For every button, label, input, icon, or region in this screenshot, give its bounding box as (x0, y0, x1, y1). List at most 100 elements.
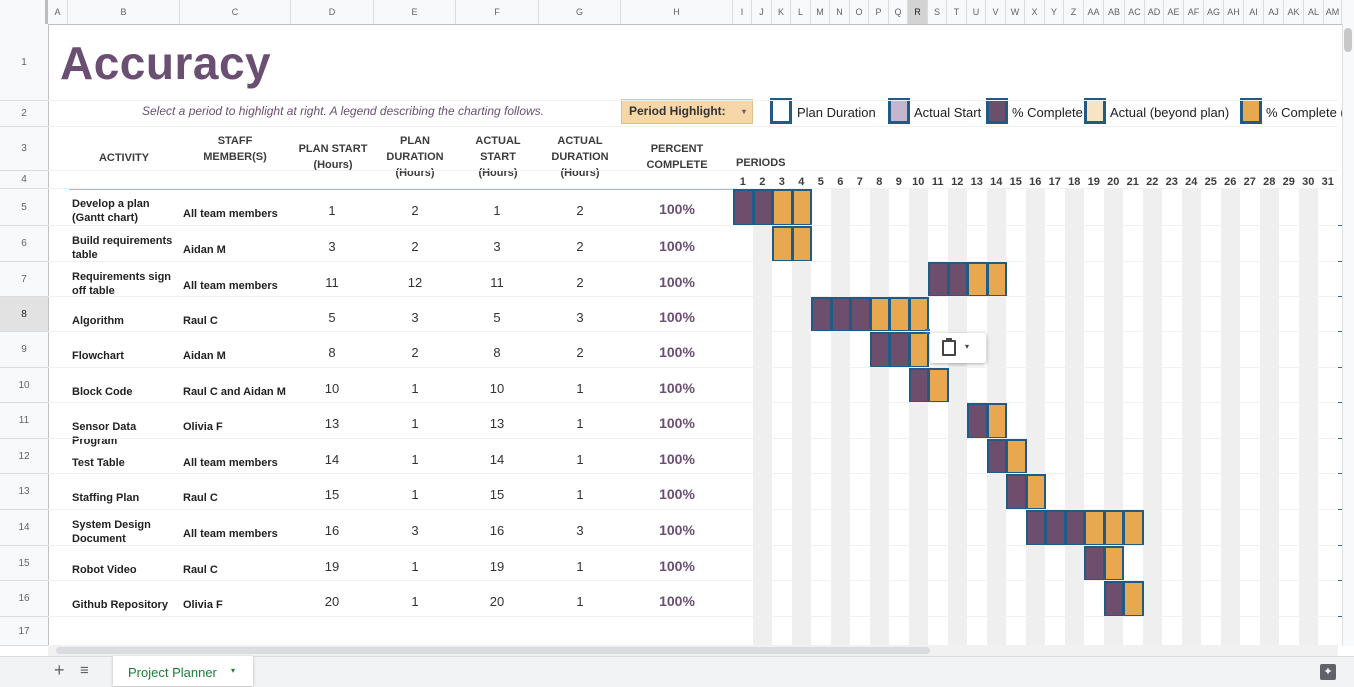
column-header-p[interactable]: P (869, 0, 889, 24)
clipboard-icon[interactable] (942, 338, 956, 356)
task-activity: Robot Video (72, 563, 137, 576)
task-actual-duration: 3 (576, 523, 584, 538)
header-actual-duration: ACTUAL DURATION (Hours) (551, 135, 609, 179)
column-header-e[interactable]: E (374, 0, 456, 24)
period-number: 24 (1185, 176, 1198, 188)
row-header-16[interactable]: 16 (0, 581, 48, 617)
task-actual-duration: 1 (576, 594, 584, 609)
column-header-ad[interactable]: AD (1145, 0, 1164, 24)
column-header-h[interactable]: H (621, 0, 733, 24)
task-plan-duration: 2 (411, 239, 419, 254)
column-header-l[interactable]: L (791, 0, 811, 24)
column-header-a[interactable]: A (48, 0, 68, 24)
task-actual-duration: 2 (576, 202, 584, 218)
column-header-n[interactable]: N (830, 0, 850, 24)
column-header-al[interactable]: AL (1304, 0, 1324, 24)
add-sheet-button[interactable]: + (54, 660, 65, 681)
column-header-u[interactable]: U (967, 0, 986, 24)
gantt-bar-beyond-plan (1025, 474, 1046, 510)
period-stripe (1025, 189, 1045, 647)
column-header-y[interactable]: Y (1045, 0, 1064, 24)
column-header-ai[interactable]: AI (1244, 0, 1264, 24)
column-header-ag[interactable]: AG (1204, 0, 1224, 24)
row-header-1[interactable]: 1 (0, 24, 48, 101)
gantt-bar-complete (1006, 474, 1027, 510)
column-header-d[interactable]: D (291, 0, 374, 24)
row-header-17[interactable]: 17 (0, 617, 48, 646)
column-header-aa[interactable]: AA (1084, 0, 1104, 24)
column-header-w[interactable]: W (1006, 0, 1025, 24)
period-number: 18 (1068, 176, 1081, 188)
legend-label: % Complete ( (1266, 105, 1345, 120)
period-number: 5 (817, 176, 824, 188)
row-header-12[interactable]: 12 (0, 439, 48, 474)
column-header-m[interactable]: M (811, 0, 830, 24)
task-actual-start: 16 (489, 523, 505, 538)
task-percent-complete: 100% (659, 274, 695, 290)
column-header-ac[interactable]: AC (1125, 0, 1145, 24)
gantt-bar-beyond-plan (869, 297, 890, 332)
chevron-down-icon[interactable]: ▾ (231, 666, 235, 675)
row-header-5[interactable]: 5 (0, 189, 48, 226)
task-staff: Aidan M (183, 244, 226, 256)
column-header-af[interactable]: AF (1184, 0, 1204, 24)
row-gridline (48, 367, 1338, 368)
column-header-z[interactable]: Z (1064, 0, 1084, 24)
column-header-ah[interactable]: AH (1224, 0, 1244, 24)
column-header-ae[interactable]: AE (1164, 0, 1184, 24)
chevron-down-icon[interactable]: ▾ (965, 342, 969, 351)
task-activity: Block Code (72, 385, 133, 398)
column-header-b[interactable]: B (68, 0, 180, 24)
horizontal-scroll-thumb[interactable] (56, 647, 930, 654)
task-plan-start: 10 (324, 380, 340, 396)
period-highlight-dropdown[interactable]: Period Highlight: ▾ (621, 99, 753, 124)
task-percent-complete: 100% (659, 522, 695, 538)
task-activity: Test Table (72, 456, 125, 469)
row-gridline (48, 509, 1338, 510)
column-header-v[interactable]: V (986, 0, 1006, 24)
column-header-k[interactable]: K (772, 0, 791, 24)
column-header-g[interactable]: G (539, 0, 621, 24)
task-actual-duration: 2 (576, 345, 584, 360)
row-header-10[interactable]: 10 (0, 368, 48, 403)
row-header-15[interactable]: 15 (0, 546, 48, 581)
column-header-t[interactable]: T (947, 0, 967, 24)
row-header-14[interactable]: 14 (0, 510, 48, 546)
select-all-corner[interactable] (0, 0, 48, 24)
column-header-ak[interactable]: AK (1284, 0, 1304, 24)
paste-options-popup[interactable] (930, 333, 986, 363)
column-header-j[interactable]: J (752, 0, 772, 24)
column-header-aj[interactable]: AJ (1264, 0, 1284, 24)
all-sheets-button[interactable]: ≡ (80, 662, 89, 679)
column-header-am[interactable]: AM (1324, 0, 1342, 24)
explore-icon[interactable]: ✦ (1320, 664, 1336, 680)
row-header-13[interactable]: 13 (0, 474, 48, 510)
task-actual-start: 20 (489, 594, 505, 609)
task-percent-complete: 100% (659, 201, 695, 217)
column-header-x[interactable]: X (1025, 0, 1045, 24)
gantt-bar-complete (1064, 510, 1085, 546)
column-header-f[interactable]: F (456, 0, 539, 24)
column-header-q[interactable]: Q (889, 0, 908, 24)
column-header-i[interactable]: I (733, 0, 752, 24)
row-header-6[interactable]: 6 (0, 226, 48, 262)
task-actual-start: 11 (490, 274, 504, 290)
row-header-8[interactable]: 8 (0, 297, 48, 332)
row-header-3[interactable]: 3 (0, 127, 48, 171)
column-header-r[interactable]: R (908, 0, 928, 24)
column-header-s[interactable]: S (928, 0, 947, 24)
period-stripe (1181, 189, 1201, 647)
column-header-o[interactable]: O (850, 0, 869, 24)
column-header-ab[interactable]: AB (1104, 0, 1125, 24)
row-header-7[interactable]: 7 (0, 262, 48, 297)
period-number: 3 (778, 176, 785, 188)
row-header-4[interactable]: 4 (0, 171, 48, 189)
column-header-c[interactable]: C (180, 0, 291, 24)
row-header-9[interactable]: 9 (0, 332, 48, 368)
task-plan-start: 19 (324, 558, 340, 574)
task-plan-duration: 1 (411, 487, 419, 502)
vertical-scrollbar[interactable] (1342, 24, 1354, 646)
row-header-2[interactable]: 2 (0, 101, 48, 127)
row-header-11[interactable]: 11 (0, 403, 48, 439)
vertical-scroll-thumb[interactable] (1344, 28, 1352, 52)
